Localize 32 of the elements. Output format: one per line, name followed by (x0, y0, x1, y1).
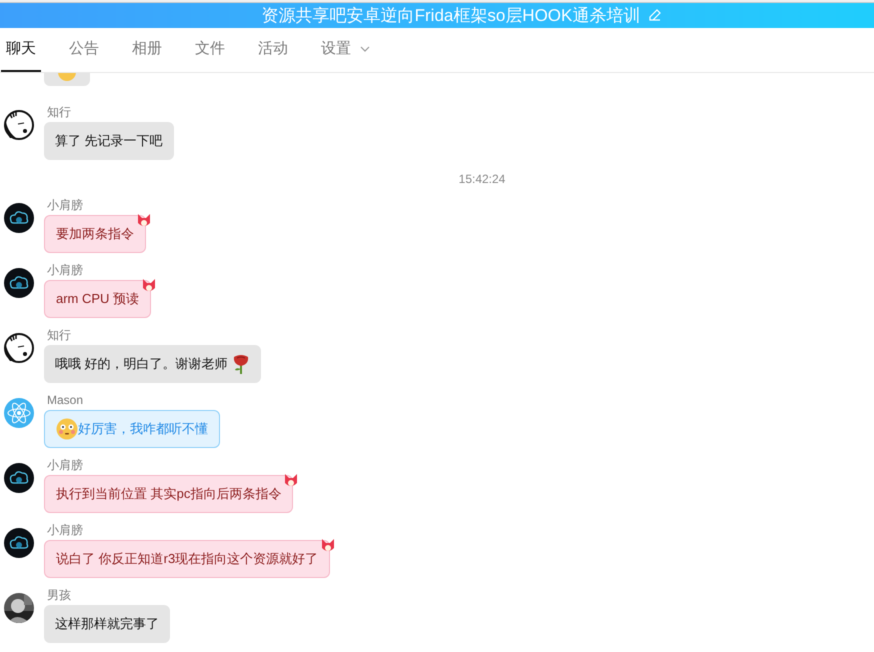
message-text: 好厉害，我咋都听不懂 (78, 420, 208, 438)
message-text: 算了 先记录一下吧 (55, 132, 163, 150)
message-text: 要加两条指令 (56, 225, 134, 244)
message-text: 哦哦 好的，明白了。谢谢老师 (55, 355, 228, 374)
sender-name: 小肩膀 (47, 262, 83, 278)
rose-icon (232, 353, 250, 375)
tab[interactable]: 活动 (253, 28, 293, 72)
tab[interactable]: 文件 (190, 28, 230, 72)
fox-sticker-icon (137, 213, 151, 229)
message-text: 说白了 你反正知道r3现在指向这个资源就好了 (56, 550, 318, 568)
fox-sticker-icon (284, 473, 298, 489)
sender-name: 小肩膀 (47, 522, 83, 538)
sender-name: 知行 (47, 104, 71, 120)
chevron-down-icon (359, 45, 371, 53)
sender-name: 小肩膀 (47, 457, 83, 473)
message-text: arm CPU 预读 (56, 290, 140, 308)
message-text: 这样那样就完事了 (55, 615, 159, 634)
flushed-face-icon (56, 418, 78, 440)
sender-name: 男孩 (47, 587, 71, 603)
tab[interactable]: 设置 (316, 28, 376, 72)
message-text: 执行到当前位置 其实pc指向后两条指令 (56, 485, 282, 504)
sender-name: 小肩膀 (47, 197, 83, 213)
group-title: 资源共享吧安卓逆向Frida框架so层HOOK通杀培训 (262, 4, 640, 26)
tab[interactable]: 公告 (64, 28, 104, 72)
tab[interactable]: 相册 (127, 28, 167, 72)
sender-name: 知行 (47, 327, 71, 343)
sender-name: Mason (47, 392, 84, 408)
fox-sticker-icon (321, 538, 336, 554)
edit-icon[interactable] (648, 8, 662, 22)
tab[interactable]: 聊天 (1, 28, 41, 72)
timestamp: 15:42:24 (458, 171, 506, 188)
fox-sticker-icon (142, 278, 156, 294)
